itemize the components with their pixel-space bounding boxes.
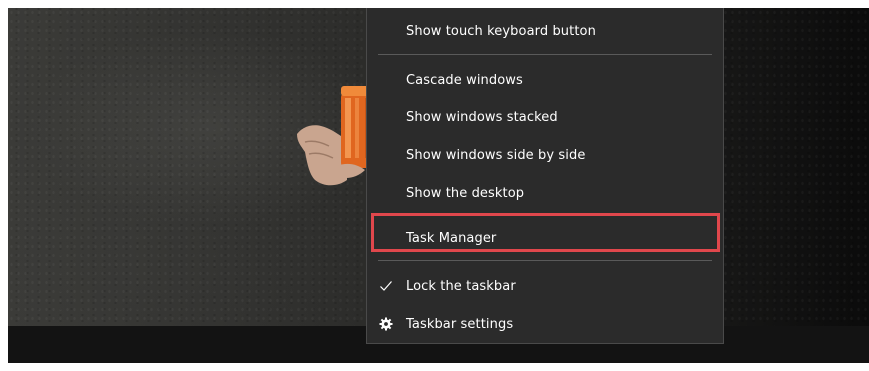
menu-separator xyxy=(378,213,712,214)
menu-item-cascade-windows[interactable]: Cascade windows xyxy=(367,63,723,97)
menu-item-label: Show windows side by side xyxy=(406,147,586,163)
menu-item-label: Cascade windows xyxy=(406,72,523,88)
menu-item-task-manager[interactable]: Task Manager xyxy=(367,221,723,255)
menu-item-label: Show the desktop xyxy=(406,185,525,201)
menu-separator xyxy=(378,54,712,55)
menu-item-label: Task Manager xyxy=(406,230,497,246)
menu-item-show-touch-keyboard-button[interactable]: Show touch keyboard button xyxy=(367,14,723,48)
menu-item-show-windows-stacked[interactable]: Show windows stacked xyxy=(367,100,723,134)
checkmark-icon xyxy=(378,278,394,294)
menu-item-show-the-desktop[interactable]: Show the desktop xyxy=(367,176,723,210)
menu-item-show-windows-side-by-side[interactable]: Show windows side by side xyxy=(367,138,723,172)
menu-item-label: Show touch keyboard button xyxy=(406,23,596,39)
screenshot-frame: Show touch keyboard button Cascade windo… xyxy=(8,8,869,363)
menu-item-label: Taskbar settings xyxy=(406,316,514,332)
gear-icon xyxy=(378,316,394,332)
menu-separator xyxy=(378,260,712,261)
menu-item-label: Show windows stacked xyxy=(406,109,558,125)
menu-item-taskbar-settings[interactable]: Taskbar settings xyxy=(367,307,723,341)
taskbar-context-menu: Show touch keyboard button Cascade windo… xyxy=(366,8,724,344)
menu-item-lock-the-taskbar[interactable]: Lock the taskbar xyxy=(367,269,723,303)
menu-item-label: Lock the taskbar xyxy=(406,278,516,294)
